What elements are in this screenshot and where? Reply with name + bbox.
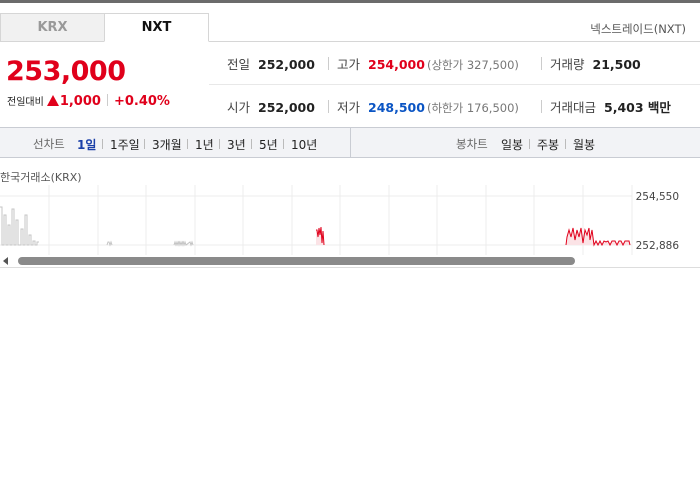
stat-label: 시가 <box>227 100 251 115</box>
divider <box>106 94 108 106</box>
market-name: 넥스트레이드(NXT) <box>590 22 686 36</box>
change-percent: +0.40% <box>113 94 170 109</box>
divider <box>328 100 329 113</box>
scroll-thumb[interactable] <box>18 257 575 265</box>
change-value: 1,000 <box>59 94 101 109</box>
bar-divider <box>350 128 351 158</box>
divider <box>251 139 252 149</box>
candle-monthly[interactable]: 월봉 <box>573 136 595 153</box>
divider <box>219 139 220 149</box>
divider <box>565 139 566 149</box>
divider <box>144 139 145 149</box>
divider <box>102 139 103 149</box>
price-summary: 253,000 전일대비 1,000 +0.40% <box>0 42 209 127</box>
series-segment <box>173 240 194 247</box>
stats-divider <box>209 84 700 85</box>
stat-volume: 거래량 21,500 <box>541 54 641 73</box>
tab-nxt[interactable]: NXT <box>104 13 209 42</box>
period-1d[interactable]: 1일 <box>77 136 96 153</box>
candle-chart-label: 봉차트 <box>456 137 488 151</box>
chart-source-label: 한국거래소(KRX) <box>0 171 82 184</box>
chart-scrollbar[interactable] <box>0 255 700 267</box>
stat-low: 저가 248,500 (하한가 176,500) <box>328 97 519 116</box>
stat-value: 252,000 <box>258 57 315 72</box>
stat-value: 252,000 <box>258 100 315 115</box>
divider <box>328 57 329 70</box>
change-label: 전일대비 <box>7 97 44 108</box>
stat-value: 248,500 <box>368 100 425 115</box>
y-tick-bottom: 252,886 <box>636 240 680 252</box>
tab-krx[interactable]: KRX <box>0 13 105 42</box>
stat-label: 고가 <box>337 57 361 72</box>
stat-value: 254,000 <box>368 57 425 72</box>
stat-value: 21,500 <box>592 57 641 72</box>
stat-amount: 거래대금 5,403 백만 <box>541 97 671 116</box>
up-triangle-icon <box>46 95 59 106</box>
line-chart-label: 선차트 <box>33 137 65 151</box>
scroll-left-arrow-icon[interactable] <box>3 257 8 265</box>
series-segment <box>0 206 39 246</box>
divider <box>541 57 542 70</box>
candle-daily[interactable]: 일봉 <box>501 136 523 153</box>
divider <box>529 139 530 149</box>
price-change: 전일대비 1,000 +0.40% <box>7 93 170 109</box>
top-border <box>0 0 700 3</box>
stat-label: 거래대금 <box>550 100 597 115</box>
stat-open: 시가 252,000 <box>227 97 315 116</box>
stat-prev-close: 전일 252,000 <box>227 54 315 73</box>
intraday-chart: 254,550 252,886 <box>0 185 680 255</box>
current-price: 253,000 <box>6 56 126 87</box>
period-3m[interactable]: 3개월 <box>152 136 182 153</box>
candle-weekly[interactable]: 주봉 <box>537 136 559 153</box>
period-5y[interactable]: 5년 <box>259 136 278 153</box>
stat-label: 저가 <box>337 100 361 115</box>
period-3y[interactable]: 3년 <box>227 136 246 153</box>
price-stats: 전일 252,000 고가 254,000 (상한가 327,500) 거래량 21,5… <box>209 42 700 127</box>
divider <box>187 139 188 149</box>
krx-price-line <box>0 206 194 247</box>
stat-label: 거래량 <box>550 57 585 72</box>
stat-label: 전일 <box>227 57 251 72</box>
lower-limit: (하한가 176,500) <box>426 101 519 115</box>
bottom-border <box>0 267 700 268</box>
period-10y[interactable]: 10년 <box>291 136 317 153</box>
stat-value: 5,403 백만 <box>604 100 671 115</box>
period-1y[interactable]: 1년 <box>195 136 214 153</box>
upper-limit: (상한가 327,500) <box>426 58 519 72</box>
divider <box>541 100 542 113</box>
y-tick-top: 254,550 <box>636 191 679 203</box>
period-bar: 선차트 1일 1주일 3개월 1년 3년 5년 10년 봉차트 일봉 주봉 월봉 <box>0 127 700 158</box>
period-1w[interactable]: 1주일 <box>110 136 140 153</box>
divider <box>283 139 284 149</box>
stat-high: 고가 254,000 (상한가 327,500) <box>328 54 519 73</box>
